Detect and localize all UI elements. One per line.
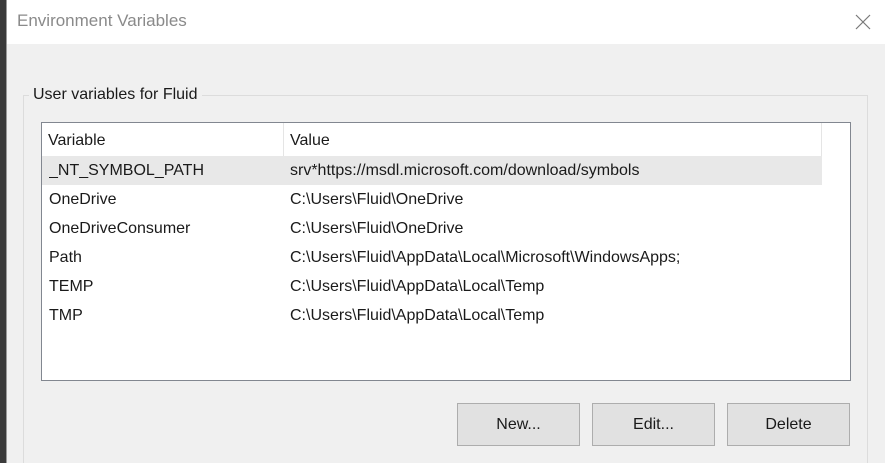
variable-name-cell: OneDriveConsumer [49, 220, 191, 237]
table-row[interactable]: TMP C:\Users\Fluid\AppData\Local\Temp [42, 301, 822, 330]
variable-value-cell: srv*https://msdl.microsoft.com/download/… [290, 162, 640, 179]
new-button[interactable]: New... [457, 403, 580, 446]
table-row[interactable]: OneDrive C:\Users\Fluid\OneDrive [42, 185, 822, 214]
close-button[interactable] [840, 0, 885, 44]
variable-name-cell: TMP [49, 307, 83, 324]
window-title: Environment Variables [17, 11, 187, 30]
user-variables-list[interactable]: Variable Value _NT_SYMBOL_PATH srv*https… [41, 122, 851, 381]
table-row[interactable]: OneDriveConsumer C:\Users\Fluid\OneDrive [42, 214, 822, 243]
variable-name-cell: Path [49, 249, 82, 266]
variable-value-cell: C:\Users\Fluid\AppData\Local\Temp [290, 307, 545, 324]
edit-button[interactable]: Edit... [592, 403, 715, 446]
delete-button[interactable]: Delete [727, 403, 850, 446]
variable-value-cell: C:\Users\Fluid\AppData\Local\Temp [290, 278, 545, 295]
table-row[interactable]: _NT_SYMBOL_PATH srv*https://msdl.microso… [42, 156, 822, 185]
list-rows: _NT_SYMBOL_PATH srv*https://msdl.microso… [42, 156, 850, 330]
user-variables-group-label: User variables for Fluid [29, 86, 202, 104]
table-row[interactable]: TEMP C:\Users\Fluid\AppData\Local\Temp [42, 272, 822, 301]
variable-name-cell: OneDrive [49, 191, 117, 208]
list-header: Variable Value [42, 123, 822, 156]
column-header-variable[interactable]: Variable [42, 123, 284, 156]
variable-name-cell: _NT_SYMBOL_PATH [49, 162, 205, 179]
variable-name-cell: TEMP [49, 278, 94, 295]
environment-variables-dialog: Environment Variables User variables for… [6, 0, 885, 463]
column-header-value[interactable]: Value [284, 123, 822, 156]
variable-value-cell: C:\Users\Fluid\OneDrive [290, 220, 464, 237]
title-bar: Environment Variables [7, 0, 885, 44]
variable-value-cell: C:\Users\Fluid\OneDrive [290, 191, 464, 208]
variable-value-cell: C:\Users\Fluid\AppData\Local\Microsoft\W… [290, 249, 681, 266]
table-row[interactable]: Path C:\Users\Fluid\AppData\Local\Micros… [42, 243, 822, 272]
close-icon [855, 14, 871, 30]
